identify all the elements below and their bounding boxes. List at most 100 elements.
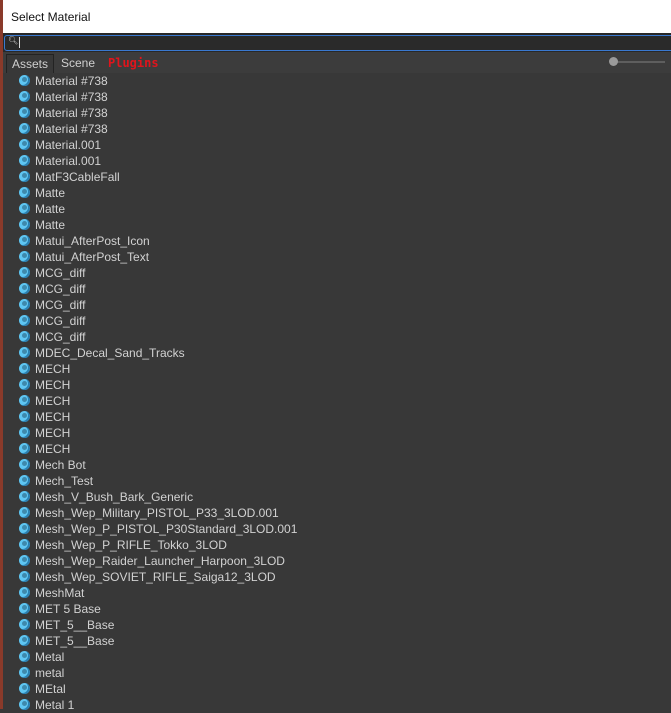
list-item[interactable]: MCG_diff bbox=[19, 297, 85, 313]
list-item[interactable]: MCG_diff bbox=[19, 265, 85, 281]
material-name: MECH bbox=[35, 362, 71, 376]
material-name: Metal bbox=[35, 650, 65, 664]
list-item[interactable]: Mesh_Wep_SOVIET_RIFLE_Saiga12_3LOD bbox=[19, 569, 276, 585]
material-icon bbox=[19, 187, 30, 198]
slider-knob[interactable] bbox=[609, 57, 618, 66]
material-icon bbox=[19, 571, 30, 582]
material-name: MECH bbox=[35, 442, 71, 456]
material-icon bbox=[19, 107, 30, 118]
material-icon bbox=[19, 395, 30, 406]
list-item[interactable]: Material.001 bbox=[19, 137, 101, 153]
material-name: metal bbox=[35, 666, 65, 680]
material-name: MEtal bbox=[35, 682, 66, 696]
material-name: MET_5__Base bbox=[35, 618, 115, 632]
icon-size-slider[interactable] bbox=[609, 57, 665, 66]
material-icon bbox=[19, 443, 30, 454]
list-item[interactable]: Metal bbox=[19, 649, 64, 665]
list-item[interactable]: MECH bbox=[19, 393, 70, 409]
list-item[interactable]: Matte bbox=[19, 185, 65, 201]
material-name: Material #738 bbox=[35, 122, 108, 136]
material-name: Mesh_Wep_P_PISTOL_P30Standard_3LOD.001 bbox=[35, 522, 298, 536]
material-name: Matte bbox=[35, 218, 66, 232]
material-name: Material.001 bbox=[35, 154, 102, 168]
material-icon bbox=[19, 475, 30, 486]
material-name: MCG_diff bbox=[35, 314, 86, 328]
list-item[interactable]: MEtal bbox=[19, 681, 66, 697]
material-icon bbox=[19, 603, 30, 614]
list-item[interactable]: Mech Bot bbox=[19, 457, 86, 473]
material-icon bbox=[19, 267, 30, 278]
material-name: Matui_AfterPost_Text bbox=[35, 250, 150, 264]
material-icon bbox=[19, 251, 30, 262]
list-item[interactable]: Matte bbox=[19, 217, 65, 233]
material-name: Material.001 bbox=[35, 138, 102, 152]
material-icon bbox=[19, 699, 30, 710]
search-icon: 🔍︎ bbox=[8, 36, 19, 45]
list-item[interactable]: Mesh_Wep_Military_PISTOL_P33_3LOD.001 bbox=[19, 505, 279, 521]
material-name: MECH bbox=[35, 426, 71, 440]
list-item[interactable]: Matte bbox=[19, 201, 65, 217]
material-name: MCG_diff bbox=[35, 298, 86, 312]
search-input[interactable]: 🔍︎ bbox=[4, 35, 671, 51]
material-icon bbox=[19, 283, 30, 294]
list-item[interactable]: MECH bbox=[19, 361, 70, 377]
list-item[interactable]: Matui_AfterPost_Text bbox=[19, 249, 149, 265]
list-item[interactable]: metal bbox=[19, 665, 64, 681]
list-item[interactable]: Material.001 bbox=[19, 153, 101, 169]
material-icon bbox=[19, 123, 30, 134]
material-icon bbox=[19, 171, 30, 182]
material-name: Mesh_Wep_SOVIET_RIFLE_Saiga12_3LOD bbox=[35, 570, 276, 584]
list-item[interactable]: Matui_AfterPost_Icon bbox=[19, 233, 150, 249]
tab-plugins[interactable]: Plugins bbox=[103, 54, 164, 73]
material-icon bbox=[19, 91, 30, 102]
material-icon bbox=[19, 667, 30, 678]
list-item[interactable]: MCG_diff bbox=[19, 313, 85, 329]
material-icon bbox=[19, 203, 30, 214]
material-name: MECH bbox=[35, 378, 71, 392]
slider-track bbox=[613, 61, 665, 63]
list-item[interactable]: MECH bbox=[19, 441, 70, 457]
material-name: MET_5__Base bbox=[35, 634, 115, 648]
list-item[interactable]: Mesh_V_Bush_Bark_Generic bbox=[19, 489, 193, 505]
list-item[interactable]: Metal 1 bbox=[19, 697, 74, 713]
material-icon bbox=[19, 459, 30, 470]
material-icon bbox=[19, 347, 30, 358]
tab-assets[interactable]: Assets bbox=[6, 54, 55, 74]
list-item[interactable]: MET_5__Base bbox=[19, 617, 114, 633]
list-item[interactable]: MET_5__Base bbox=[19, 633, 114, 649]
material-name: MET 5 Base bbox=[35, 602, 101, 616]
list-item[interactable]: Material #738 bbox=[19, 121, 108, 137]
tab-scene[interactable]: Scene bbox=[56, 54, 100, 73]
material-name: Mesh_Wep_Military_PISTOL_P33_3LOD.001 bbox=[35, 506, 279, 520]
material-icon bbox=[19, 411, 30, 422]
material-name: Material #738 bbox=[35, 106, 108, 120]
material-icon bbox=[19, 635, 30, 646]
window-title: Select Material bbox=[11, 10, 91, 24]
material-icon bbox=[19, 235, 30, 246]
list-item[interactable]: MET 5 Base bbox=[19, 601, 101, 617]
list-item[interactable]: Material #738 bbox=[19, 105, 108, 121]
list-item[interactable]: MECH bbox=[19, 409, 70, 425]
material-name: MeshMat bbox=[35, 586, 85, 600]
material-name: Material #738 bbox=[35, 74, 108, 88]
list-item[interactable]: Mesh_Wep_P_PISTOL_P30Standard_3LOD.001 bbox=[19, 521, 297, 537]
list-item[interactable]: MDEC_Decal_Sand_Tracks bbox=[19, 345, 185, 361]
material-name: Metal 1 bbox=[35, 698, 75, 712]
list-item[interactable]: Mesh_Wep_P_RIFLE_Tokko_3LOD bbox=[19, 537, 227, 553]
list-item[interactable]: MECH bbox=[19, 425, 70, 441]
list-item[interactable]: Mesh_Wep_Raider_Launcher_Harpoon_3LOD bbox=[19, 553, 285, 569]
list-item[interactable]: MCG_diff bbox=[19, 281, 85, 297]
material-name: Matte bbox=[35, 186, 66, 200]
list-item[interactable]: MCG_diff bbox=[19, 329, 85, 345]
list-item[interactable]: Mech_Test bbox=[19, 473, 93, 489]
material-icon bbox=[19, 651, 30, 662]
list-item[interactable]: Material #738 bbox=[19, 73, 108, 89]
list-item[interactable]: MECH bbox=[19, 377, 70, 393]
material-name: Mesh_Wep_P_RIFLE_Tokko_3LOD bbox=[35, 538, 227, 552]
list-item[interactable]: Material #738 bbox=[19, 89, 108, 105]
material-name: Matte bbox=[35, 202, 66, 216]
list-item[interactable]: MatF3CableFall bbox=[19, 169, 120, 185]
material-icon bbox=[19, 523, 30, 534]
list-item[interactable]: MeshMat bbox=[19, 585, 84, 601]
material-name: MatF3CableFall bbox=[35, 170, 120, 184]
